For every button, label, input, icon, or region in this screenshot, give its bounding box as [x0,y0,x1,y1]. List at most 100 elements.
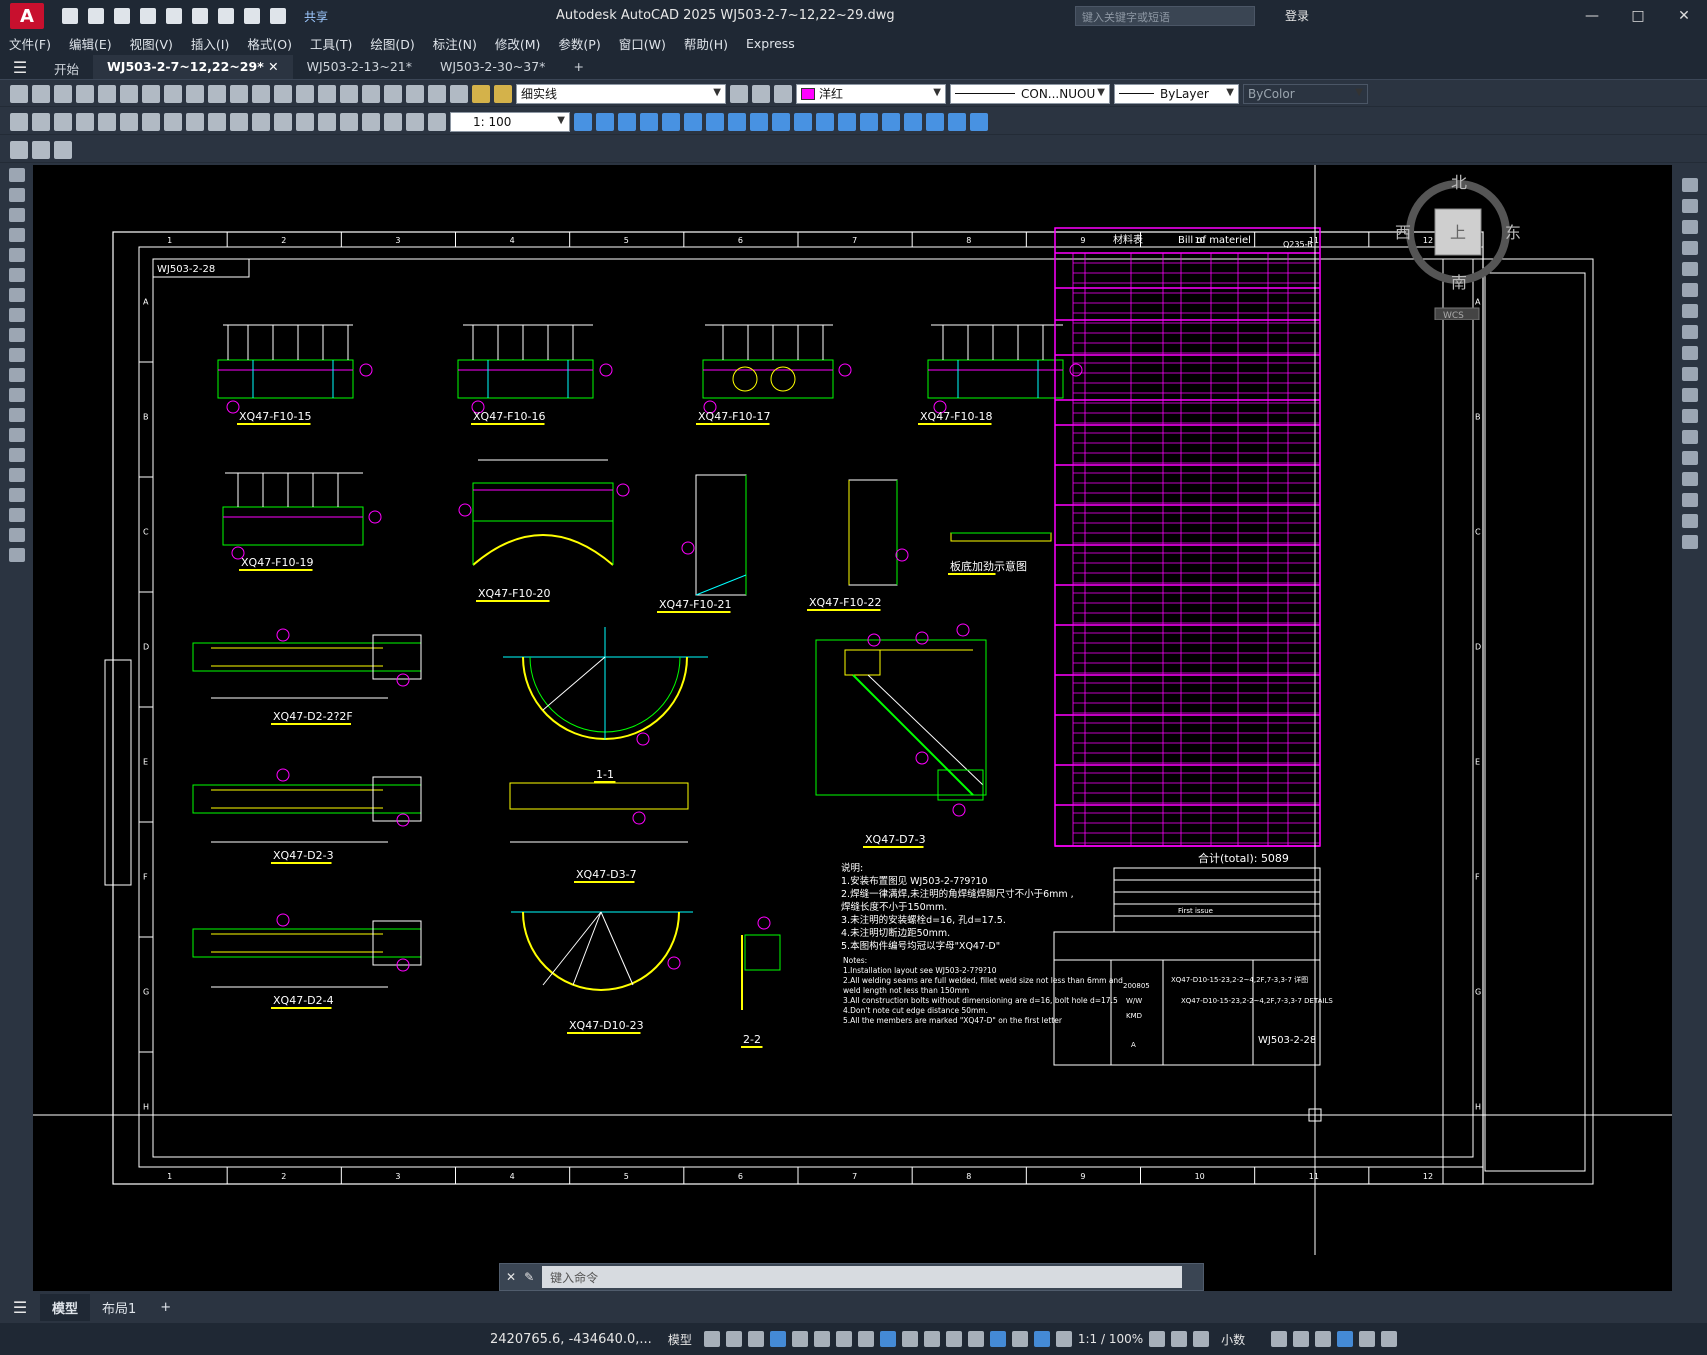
coordinate-readout[interactable]: 2420765.6, -434640.0,... [490,1332,652,1347]
circle-icon[interactable] [9,288,25,302]
scale-icon[interactable] [1682,325,1698,339]
polar-icon[interactable] [813,1331,830,1347]
dim-break-icon[interactable] [274,112,292,131]
trim-icon[interactable] [1682,367,1698,381]
tool-palettes-icon[interactable] [384,84,402,103]
help-icon[interactable] [428,84,446,103]
redo-icon[interactable] [270,8,286,24]
dim-space-icon[interactable] [252,112,270,131]
quick-dim-icon[interactable] [186,112,204,131]
menu-insert[interactable]: 插入(I) [182,34,238,53]
menu-edit[interactable]: 编辑(E) [60,34,121,53]
layer-state-icon[interactable] [774,84,792,103]
rotate-icon[interactable] [772,112,790,131]
move-icon[interactable] [1682,283,1698,297]
hatch-icon[interactable] [9,448,25,462]
plotstyle-dropdown[interactable]: ByColor ▼ [1243,83,1368,104]
menu-draw[interactable]: 绘图(D) [361,34,423,53]
extend-icon[interactable] [1682,388,1698,402]
ortho-icon[interactable] [791,1331,808,1347]
design-center-icon[interactable] [362,84,380,103]
new-file-icon[interactable] [62,8,78,24]
customization-icon[interactable] [1381,1331,1398,1347]
auto-scale-icon[interactable] [1055,1331,1072,1347]
match-properties-icon[interactable] [208,84,226,103]
viewcube[interactable]: 上 北 南 西 东 WCS [1393,170,1523,321]
menu-help[interactable]: 帮助(H) [675,34,737,53]
menu-tools[interactable]: 工具(T) [301,34,361,53]
workspace-gear-icon[interactable] [1149,1331,1166,1347]
compass-east[interactable]: 东 [1505,223,1521,242]
baseline-dim-icon[interactable] [208,112,226,131]
tab-active-drawing[interactable]: WJ503-2-7~12,22~29* ✕ [93,55,293,79]
linetype-dropdown[interactable]: CON...NUOU ▼ [950,83,1110,104]
annotation-scale[interactable]: 1:1 / 100% [1078,1332,1143,1346]
break-icon[interactable] [1682,430,1698,444]
dim-edit-icon[interactable] [384,112,402,131]
save-icon[interactable] [54,84,72,103]
move-icon[interactable] [750,112,768,131]
open-web-icon[interactable] [166,8,182,24]
arc-icon[interactable] [9,268,25,282]
selection-cycling-icon[interactable] [945,1331,962,1347]
share-button[interactable]: 共享 [304,8,328,25]
rectangle-icon[interactable] [9,248,25,262]
layer-freeze-icon[interactable] [494,84,512,103]
units-icon[interactable] [1193,1331,1210,1347]
grid-icon[interactable] [703,1331,720,1347]
lock-ui-icon[interactable] [1293,1331,1310,1347]
menu-file[interactable]: 文件(F) [0,34,60,53]
mirror-icon[interactable] [684,112,702,131]
layout-menu-icon[interactable]: ☰ [0,1295,40,1319]
extend-icon[interactable] [860,112,878,131]
layer-properties-icon[interactable] [450,84,468,103]
redo-icon[interactable] [252,84,270,103]
region-icon[interactable] [9,488,25,502]
new-tab-button[interactable]: + [559,55,597,79]
layer-dropdown[interactable]: 细实线 ▼ [516,83,726,104]
hardware-acceleration-icon[interactable] [1337,1331,1354,1347]
annotation-scale-dropdown[interactable]: 1: 100 ▼ [450,111,570,132]
color-dropdown[interactable]: 洋红 ▼ [796,83,946,104]
compass-west[interactable]: 西 [1395,223,1411,242]
clean-screen-icon[interactable] [1359,1331,1376,1347]
break-icon[interactable] [882,112,900,131]
preview-icon[interactable] [98,84,116,103]
lineweight-dropdown[interactable]: ByLayer ▼ [1114,83,1239,104]
linear-dim-icon[interactable] [10,112,28,131]
ordinate-dim-icon[interactable] [76,112,94,131]
annotation-visibility-icon[interactable] [1033,1331,1050,1347]
orbit-icon[interactable] [574,112,592,131]
chamfer-icon[interactable] [926,112,944,131]
table-icon[interactable] [9,508,25,522]
tab-layout1[interactable]: 布局1 [90,1294,148,1321]
layer-previous-icon[interactable] [752,84,770,103]
explode-icon[interactable] [970,112,988,131]
tab-drawing-3[interactable]: WJ503-2-30~37* [426,55,559,79]
make-current-layer-icon[interactable] [730,84,748,103]
fillet-icon[interactable] [948,112,966,131]
polyline-icon[interactable] [9,208,25,222]
insert-block-icon[interactable] [32,140,50,159]
close-tab-icon[interactable]: ✕ [268,59,278,74]
join-icon[interactable] [904,112,922,131]
spline-icon[interactable] [9,328,25,342]
print-icon[interactable] [76,84,94,103]
stretch-icon[interactable] [1682,346,1698,360]
make-block-icon[interactable] [9,408,25,422]
stretch-icon[interactable] [816,112,834,131]
transparency-icon[interactable] [923,1331,940,1347]
menu-view[interactable]: 视图(V) [121,34,182,53]
polygon-icon[interactable] [9,228,25,242]
isodraft-icon[interactable] [835,1331,852,1347]
calculator-icon[interactable] [406,84,424,103]
autocad-logo-button[interactable]: A [10,3,44,29]
mirror-icon[interactable] [1682,220,1698,234]
object-snap-tracking-icon[interactable] [857,1331,874,1347]
revision-cloud-icon[interactable] [9,308,25,322]
inspection-icon[interactable] [340,112,358,131]
model-space-button[interactable]: 模型 [668,1331,692,1348]
menu-format[interactable]: 格式(O) [238,34,301,53]
help-search-input[interactable]: 键入关键字或短语 [1075,6,1255,26]
menu-modify[interactable]: 修改(M) [486,34,550,53]
